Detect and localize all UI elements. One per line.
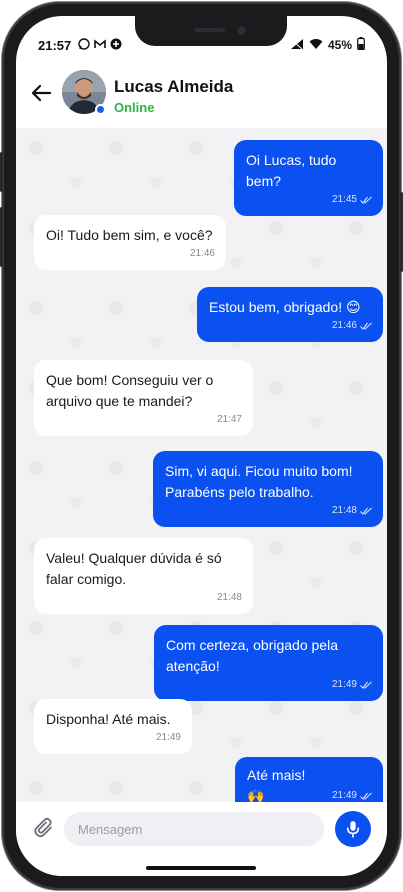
message-bubble-outgoing[interactable]: Estou bem, obrigado! 😊 21:46 bbox=[197, 287, 383, 342]
message-text: Oi Lucas, tudo bem? bbox=[246, 152, 337, 189]
message-time: 21:48 bbox=[331, 505, 357, 516]
message-bubble-outgoing[interactable]: Com certeza, obrigado pela atenção! 21:4… bbox=[154, 625, 383, 701]
composer-bar bbox=[16, 802, 387, 876]
contact-name[interactable]: Lucas Almeida bbox=[114, 77, 233, 97]
microphone-button[interactable] bbox=[335, 811, 371, 847]
message-text: Com certeza, obrigado pela atenção! bbox=[166, 637, 338, 674]
battery-percent: 45% bbox=[327, 38, 352, 52]
double-check-icon bbox=[360, 196, 372, 204]
double-check-icon bbox=[360, 507, 372, 515]
message-bubble-incoming[interactable]: Que bom! Conseguiu ver o arquivo que te … bbox=[34, 360, 253, 436]
phone-screen: 21:57 45% Lucas Almeida Online Oi Lucas,… bbox=[16, 16, 387, 876]
message-bubble-incoming[interactable]: Valeu! Qualquer dúvida é só falar comigo… bbox=[34, 538, 253, 614]
gmail-icon bbox=[94, 37, 106, 49]
message-time: 21:46 bbox=[189, 248, 215, 259]
message-list[interactable]: Oi Lucas, tudo bem? 21:45 Oi! Tudo bem s… bbox=[16, 128, 387, 817]
status-right-icons: 45% bbox=[290, 37, 365, 53]
speaker-grille bbox=[195, 28, 225, 32]
online-indicator bbox=[95, 104, 106, 115]
status-time: 21:57 bbox=[38, 38, 72, 53]
camera-notch bbox=[135, 16, 287, 46]
paperclip-icon[interactable] bbox=[32, 816, 56, 840]
battery-icon bbox=[357, 37, 365, 53]
chat-header: Lucas Almeida Online bbox=[16, 62, 387, 128]
message-bubble-incoming[interactable]: Oi! Tudo bem sim, e você? 21:46 bbox=[34, 215, 226, 270]
notification-icons bbox=[78, 37, 122, 50]
double-check-icon bbox=[360, 792, 372, 800]
app-notification-icon bbox=[110, 37, 122, 50]
phone-side-button bbox=[0, 207, 3, 267]
message-time: 21:48 bbox=[216, 592, 242, 603]
message-time: 21:49 bbox=[155, 732, 181, 743]
message-time: 21:47 bbox=[216, 414, 242, 425]
message-time: 21:46 bbox=[331, 320, 357, 331]
home-indicator[interactable] bbox=[146, 866, 256, 870]
whatsapp-icon bbox=[78, 37, 90, 50]
message-time: 21:49 bbox=[331, 679, 357, 690]
phone-side-button bbox=[0, 152, 3, 192]
front-camera bbox=[237, 26, 246, 35]
message-bubble-outgoing[interactable]: Sim, vi aqui. Ficou muito bom! Parabéns … bbox=[153, 451, 383, 527]
double-check-icon bbox=[360, 681, 372, 689]
contact-status: Online bbox=[114, 100, 155, 115]
message-text: Até mais! 🙌 bbox=[247, 767, 306, 804]
double-check-icon bbox=[360, 322, 372, 330]
message-text: Sim, vi aqui. Ficou muito bom! Parabéns … bbox=[165, 463, 353, 500]
message-text: Oi! Tudo bem sim, e você? bbox=[46, 227, 213, 243]
message-input[interactable] bbox=[64, 812, 324, 846]
message-text: Que bom! Conseguiu ver o arquivo que te … bbox=[46, 372, 214, 409]
microphone-icon bbox=[346, 821, 360, 838]
phone-frame: 21:57 45% Lucas Almeida Online Oi Lucas,… bbox=[0, 2, 403, 890]
message-text: Valeu! Qualquer dúvida é só falar comigo… bbox=[46, 550, 222, 587]
message-time: 21:45 bbox=[331, 194, 357, 205]
wifi-icon bbox=[309, 38, 323, 53]
mobile-signal-icon bbox=[290, 38, 304, 53]
back-arrow-icon[interactable] bbox=[30, 82, 52, 104]
message-bubble-outgoing[interactable]: Oi Lucas, tudo bem? 21:45 bbox=[234, 140, 383, 216]
message-bubble-incoming[interactable]: Disponha! Até mais. 21:49 bbox=[34, 699, 192, 754]
